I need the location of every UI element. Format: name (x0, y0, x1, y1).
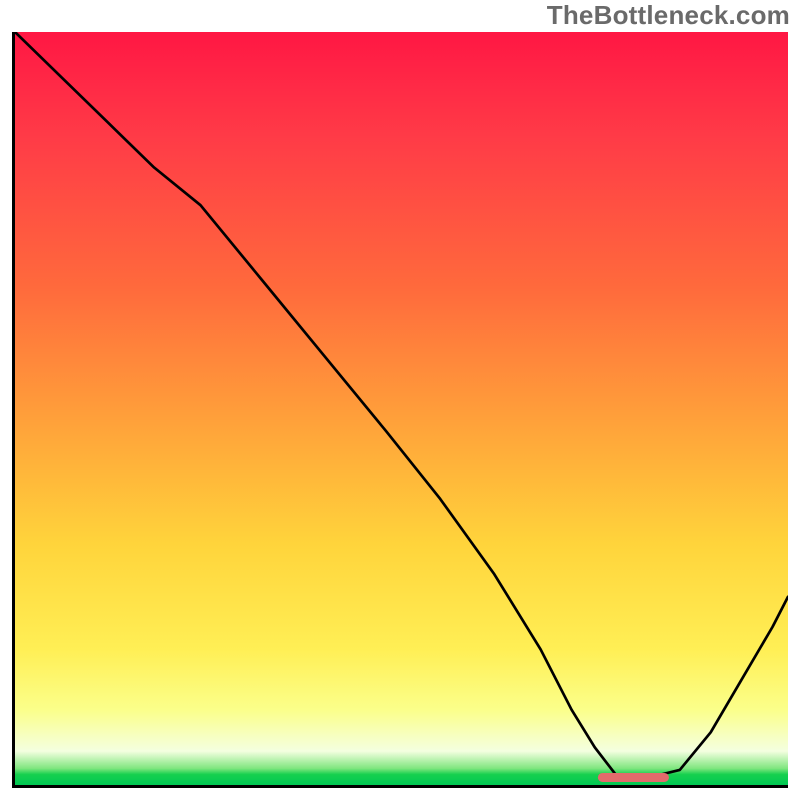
chart-frame: TheBottleneck.com (0, 0, 800, 800)
chart-svg (15, 32, 788, 785)
bottleneck-curve (15, 32, 788, 777)
watermark-text: TheBottleneck.com (547, 0, 790, 31)
plot-area (12, 32, 788, 788)
